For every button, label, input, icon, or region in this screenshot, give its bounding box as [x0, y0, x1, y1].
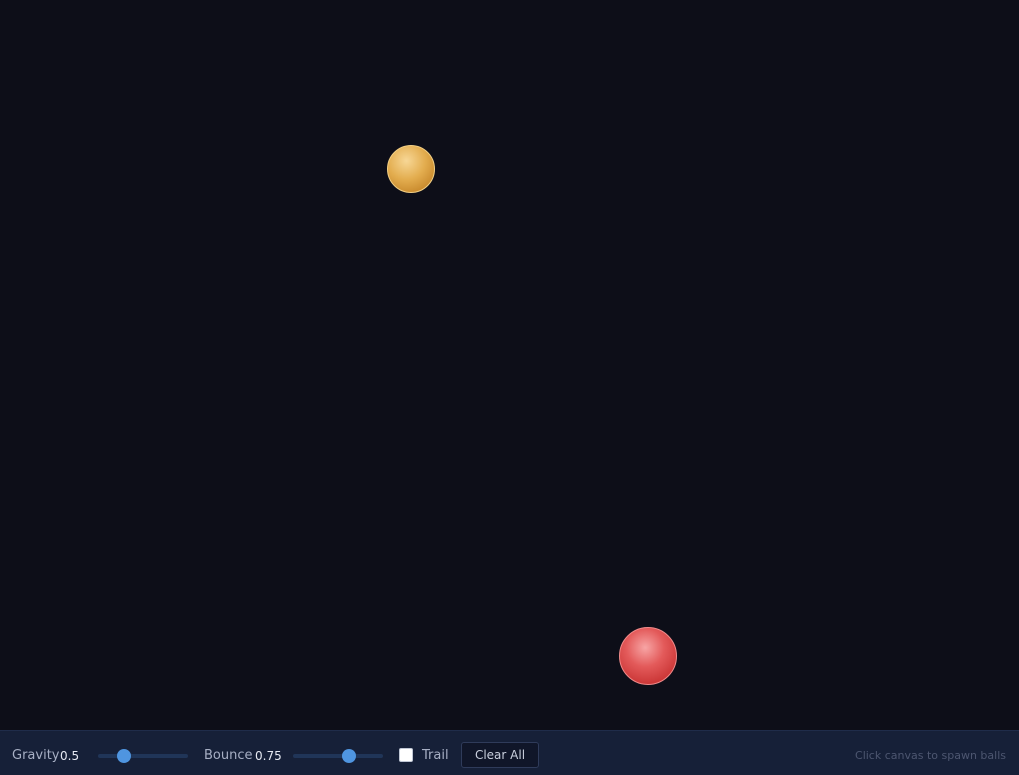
ball-gold: [387, 145, 435, 193]
simulation-canvas[interactable]: [0, 0, 1019, 730]
clear-all-button[interactable]: Clear All: [461, 742, 539, 768]
gravity-slider-thumb[interactable]: [117, 749, 131, 763]
bounce-slider[interactable]: [293, 749, 383, 763]
trail-label: Trail: [422, 748, 449, 763]
hint-text: Click canvas to spawn balls: [855, 749, 1006, 762]
control-toolbar: Gravity 0.5 Bounce 0.75 Trail Clear All …: [0, 730, 1019, 775]
gravity-value: 0.5: [60, 749, 80, 763]
gravity-slider[interactable]: [98, 749, 188, 763]
gravity-label: Gravity: [12, 748, 60, 763]
physics-app: Gravity 0.5 Bounce 0.75 Trail Clear All …: [0, 0, 1019, 775]
bounce-slider-thumb[interactable]: [342, 749, 356, 763]
ball-red: [619, 627, 677, 685]
bounce-label: Bounce: [204, 748, 253, 763]
bounce-value: 0.75: [255, 749, 282, 763]
trail-checkbox[interactable]: [399, 748, 413, 762]
